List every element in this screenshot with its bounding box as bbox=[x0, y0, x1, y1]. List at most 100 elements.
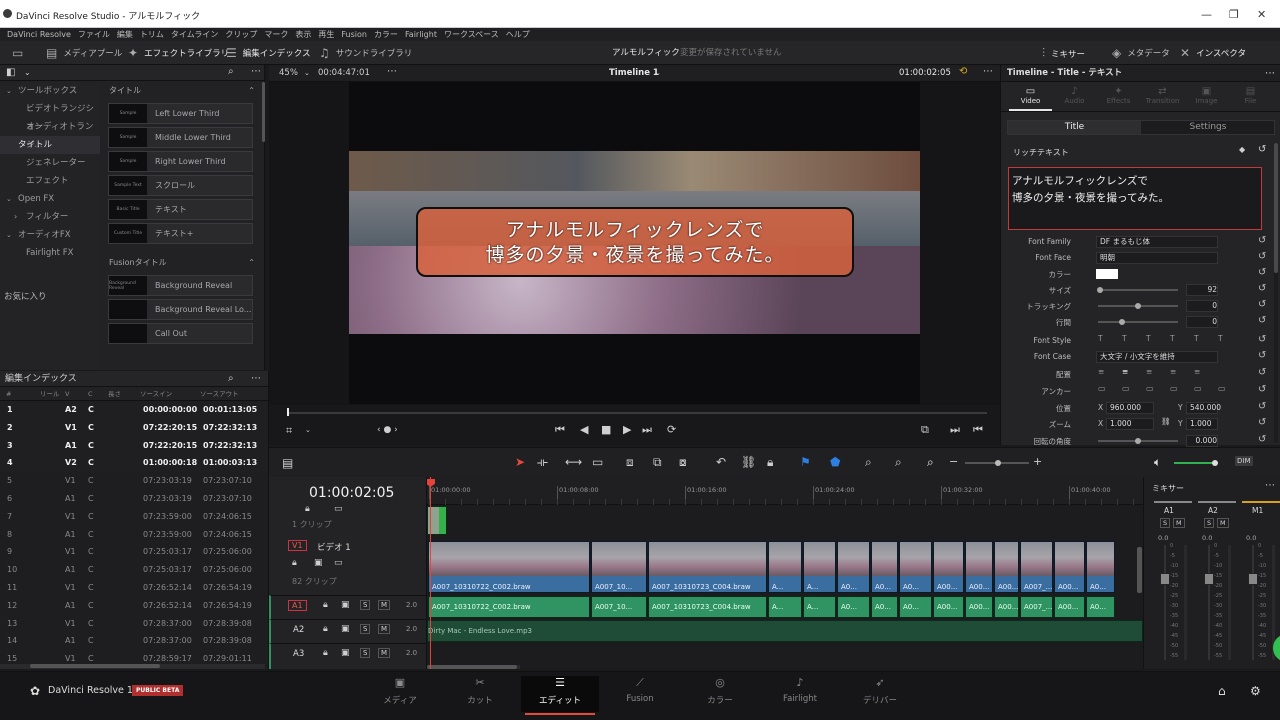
table-row[interactable]: 1 A2 C 00:00:00:00 00:01:13:05 bbox=[0, 401, 268, 419]
menu-item[interactable]: 表示 bbox=[295, 29, 311, 40]
timeline-hscroll[interactable] bbox=[427, 665, 520, 669]
more-options-icon[interactable]: ⋯ bbox=[251, 371, 261, 387]
alignment-button[interactable]: ≡ bbox=[1146, 367, 1152, 376]
menu-item[interactable]: カラー bbox=[374, 29, 398, 40]
match-frame-icon[interactable]: ⧉ bbox=[921, 423, 929, 437]
table-row[interactable]: 13 V1 C 07:28:37:00 07:28:39:08 bbox=[0, 615, 268, 633]
chevron-down-icon[interactable]: ⌄ bbox=[6, 82, 12, 100]
a2-label[interactable]: A2 bbox=[293, 625, 304, 635]
effects-tree-item[interactable]: タイトル bbox=[0, 136, 100, 154]
chevron-down-icon[interactable]: ⌄ bbox=[655, 69, 661, 77]
menu-item[interactable]: ファイル bbox=[78, 29, 110, 40]
audio-clip[interactable]: A... bbox=[803, 596, 836, 618]
chevron-down-icon[interactable]: ⌄ bbox=[305, 426, 311, 434]
volume-icon[interactable]: 🔈︎ bbox=[1154, 455, 1161, 470]
menu-item[interactable]: ヘルプ bbox=[506, 29, 530, 40]
scrubber-track[interactable] bbox=[287, 412, 987, 414]
go-to-start-icon[interactable]: ⏮ bbox=[555, 423, 565, 437]
timeline-view-options-icon[interactable]: ▤ bbox=[282, 456, 293, 470]
reset-icon[interactable]: ↺ bbox=[1258, 350, 1266, 361]
subtab-title[interactable]: Title bbox=[1008, 121, 1141, 134]
selection-tool-icon[interactable]: ➤ bbox=[515, 455, 525, 469]
sync-icon[interactable]: ⟲ bbox=[959, 66, 967, 77]
audio-clip[interactable]: A007_10310723_C004.braw bbox=[648, 596, 767, 618]
search-icon[interactable]: ⌕ bbox=[228, 66, 234, 77]
menu-item[interactable]: Fairlight bbox=[405, 30, 437, 39]
media-pool-button[interactable]: ▭ bbox=[12, 46, 23, 60]
text-color-swatch[interactable] bbox=[1096, 269, 1118, 279]
audio-clip[interactable]: A0... bbox=[837, 596, 870, 618]
collapse-icon[interactable]: ⌃ bbox=[248, 82, 255, 100]
menu-item[interactable]: DaVinci Resolve bbox=[7, 30, 71, 39]
menu-item[interactable]: 編集 bbox=[117, 29, 133, 40]
effect-card[interactable]: Basic Title テキスト bbox=[108, 199, 253, 220]
rich-text-input[interactable]: アナルモルフィックレンズで 博多の夕景・夜景を撮ってみた。 bbox=[1008, 167, 1262, 230]
font-family-dropdown[interactable]: DF まるもじ体 bbox=[1096, 236, 1218, 248]
volume-slider[interactable] bbox=[1174, 460, 1218, 466]
solo-button[interactable]: S bbox=[360, 624, 371, 634]
titles-section-header[interactable]: タイトル ⌃ bbox=[103, 82, 261, 100]
mixer-fader[interactable] bbox=[1204, 545, 1214, 660]
close-button[interactable]: ✕ bbox=[1257, 8, 1266, 21]
mixer-tab[interactable]: ⫶ ミキサー bbox=[1042, 46, 1085, 61]
navigation-dots-icon[interactable]: ‹ ● › bbox=[377, 425, 398, 435]
font-style-button[interactable]: T bbox=[1194, 334, 1199, 343]
page-tab-0[interactable]: ▣ メディア bbox=[361, 676, 439, 712]
font-style-button[interactable]: T bbox=[1146, 334, 1151, 343]
table-row[interactable]: 11 V1 C 07:26:52:14 07:26:54:19 bbox=[0, 579, 268, 597]
overwrite-clip-icon[interactable]: ⧉ bbox=[653, 455, 662, 470]
font-style-button[interactable]: T bbox=[1218, 334, 1223, 343]
column-header[interactable]: # bbox=[6, 387, 11, 401]
video-clip[interactable]: A007_10... bbox=[591, 541, 647, 593]
subtab-settings[interactable]: Settings bbox=[1142, 121, 1274, 134]
reset-icon[interactable]: ↺ bbox=[1258, 251, 1266, 262]
effects-tree-item[interactable]: › フィルター bbox=[0, 208, 100, 226]
position-y-field[interactable]: 540.000 bbox=[1186, 402, 1221, 414]
audio-clip[interactable]: A007_10310722_C002.braw bbox=[428, 596, 590, 618]
inspector-tab-image[interactable]: ▣ Image bbox=[1185, 86, 1228, 105]
sound-library-tab[interactable]: ♫ サウンドライブラリ bbox=[319, 46, 412, 60]
table-row[interactable]: 5 V1 C 07:23:03:19 07:23:07:10 bbox=[0, 472, 268, 490]
effect-card[interactable]: Call Out bbox=[108, 323, 253, 344]
table-row[interactable]: 6 A1 C 07:23:03:19 07:23:07:10 bbox=[0, 490, 268, 508]
alignment-button[interactable]: ≡ bbox=[1098, 367, 1104, 376]
zoom-full-icon[interactable]: ⌕ bbox=[865, 455, 872, 470]
reset-icon[interactable]: ↺ bbox=[1258, 384, 1266, 395]
video-clip[interactable]: A... bbox=[768, 541, 802, 593]
size-field[interactable]: 92 bbox=[1186, 284, 1218, 296]
reset-icon[interactable]: ↺ bbox=[1258, 334, 1266, 345]
video-clip[interactable]: A00... bbox=[933, 541, 964, 593]
table-row[interactable]: 7 V1 C 07:23:59:00 07:24:06:15 bbox=[0, 508, 268, 526]
effect-card[interactable]: Sample Middle Lower Third bbox=[108, 127, 253, 148]
inspector-tab-video[interactable]: ▭ Video bbox=[1009, 86, 1052, 111]
chevron-right-icon[interactable]: › bbox=[14, 208, 17, 226]
column-header[interactable]: ソースイン bbox=[140, 387, 172, 401]
audio-clip[interactable]: A00... bbox=[1054, 596, 1085, 618]
anchor-button[interactable]: ▭ bbox=[1146, 384, 1154, 393]
effects-tree-item[interactable]: ビデオトランジション bbox=[0, 100, 100, 132]
font-case-dropdown[interactable]: 大文字 / 小文字を維持 bbox=[1096, 351, 1218, 363]
menu-item[interactable]: ワークスペース bbox=[444, 29, 499, 40]
effect-card[interactable]: Background Reveal Background Reveal bbox=[108, 275, 253, 296]
more-options-icon[interactable]: ⋯ bbox=[1265, 480, 1275, 491]
viewer-frame[interactable]: アナルモルフィックレンズで 博多の夕景・夜景を撮ってみた。 bbox=[349, 151, 920, 334]
auto-select-icon[interactable]: ▣ bbox=[341, 600, 350, 610]
fader-knob[interactable] bbox=[1248, 573, 1258, 585]
effect-card[interactable]: Custom Title テキスト+ bbox=[108, 223, 253, 244]
table-row[interactable]: 8 A1 C 07:23:59:00 07:24:06:15 bbox=[0, 526, 268, 544]
font-style-button[interactable]: T bbox=[1098, 334, 1103, 343]
go-to-end-icon[interactable]: ⏭ bbox=[642, 423, 652, 437]
auto-select-icon[interactable]: ▣ bbox=[341, 648, 350, 658]
favorites-header[interactable]: お気に入り bbox=[0, 288, 100, 306]
tracking-field[interactable]: 0 bbox=[1186, 300, 1218, 312]
mute-button[interactable]: M bbox=[378, 624, 391, 634]
menu-item[interactable]: タイムライン bbox=[171, 29, 218, 40]
zoom-slider[interactable] bbox=[965, 460, 1029, 466]
lock-icon[interactable]: 🔒︎ bbox=[323, 600, 328, 610]
mute-button[interactable]: M bbox=[1217, 518, 1229, 528]
menu-item[interactable]: 再生 bbox=[318, 29, 334, 40]
effects-tree-item[interactable]: オーディオトランジ... bbox=[0, 118, 100, 150]
effect-card[interactable]: Sample Text スクロール bbox=[108, 175, 253, 196]
horizontal-scrollbar[interactable] bbox=[0, 664, 265, 669]
video-clip[interactable]: A... bbox=[803, 541, 836, 593]
